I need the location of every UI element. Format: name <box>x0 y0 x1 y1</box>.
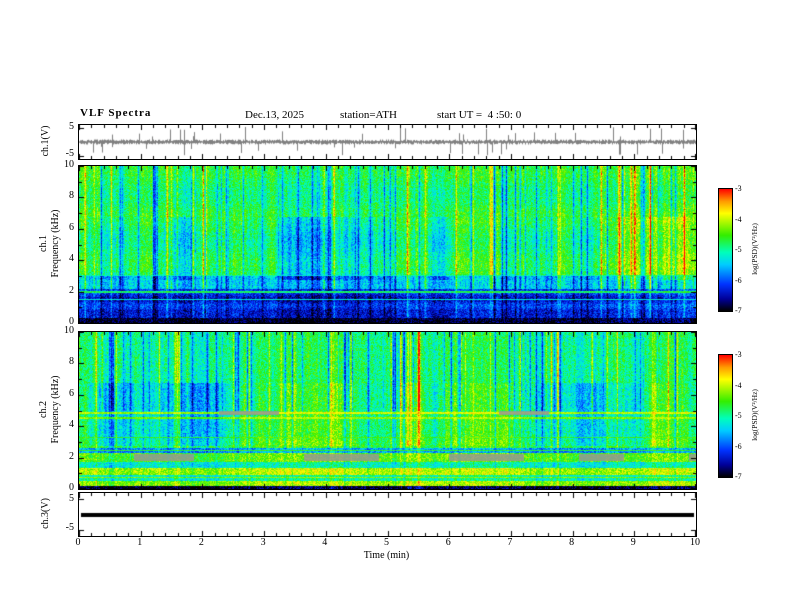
x-tick-label: 0 <box>75 537 81 548</box>
figure-title: VLF Spectra <box>80 107 152 119</box>
colorbar-tick-label: -6 <box>735 441 742 451</box>
x-tick-label: 8 <box>569 537 575 548</box>
ch2-spec-freq-label: Frequency (kHz) <box>50 375 61 444</box>
ch3-waveform-plot <box>78 492 697 537</box>
y-tick-label: 4 <box>69 419 74 431</box>
colorbar-tick-label: -6 <box>735 275 742 285</box>
y-tick-label: 6 <box>69 221 74 233</box>
ch1-colorbar <box>718 188 733 312</box>
x-tick-label: 4 <box>322 537 328 548</box>
figure-date: Dec.13, 2025 <box>245 109 304 121</box>
x-tick-label: 7 <box>507 537 513 548</box>
ch2-spec-channel-label: ch.2 <box>38 401 49 418</box>
ch1-spectrogram <box>78 165 697 324</box>
ch3-waveform-ylabel: ch.3(V) <box>40 498 51 529</box>
ch2-spectrogram <box>78 331 697 490</box>
ch3-waveform-ymax-label: 5 <box>69 493 74 504</box>
figure-start-ut: start UT = 4 :50: 0 <box>437 109 522 121</box>
colorbar-tick-label: -3 <box>735 184 742 193</box>
x-tick-label: 5 <box>384 537 389 548</box>
y-tick-label: 0 <box>69 482 74 493</box>
ch2-colorbar <box>718 354 733 478</box>
ch1-spec-freq-label: Frequency (kHz) <box>50 209 61 278</box>
y-tick-label: 4 <box>69 253 74 265</box>
ch3-waveform-ymin-label: -5 <box>65 522 74 533</box>
ch1-waveform-plot <box>78 124 697 160</box>
y-tick-label: 2 <box>69 450 74 462</box>
x-tick-label: 2 <box>198 537 204 548</box>
y-tick-label: 8 <box>69 190 74 202</box>
ch1-spec-channel-label: ch.1 <box>38 235 49 252</box>
figure-station: station=ATH <box>340 109 397 121</box>
x-tick-label: 10 <box>690 537 700 548</box>
vlf-spectra-figure: VLF Spectra Dec.13, 2025 station=ATH sta… <box>0 0 792 612</box>
colorbar-tick-label: -4 <box>735 214 742 224</box>
x-axis-label: Time (min) <box>363 550 410 561</box>
colorbar-tick-label: -7 <box>735 306 742 315</box>
x-tick-label: 6 <box>445 537 451 548</box>
ch1-waveform-ylabel: ch.1(V) <box>40 125 51 157</box>
x-tick-label: 1 <box>137 537 143 548</box>
x-tick-label: 9 <box>630 537 636 548</box>
y-tick-label: 6 <box>69 387 74 399</box>
y-tick-label: 8 <box>69 356 74 368</box>
colorbar-tick-label: -3 <box>735 350 742 359</box>
y-tick-label: 2 <box>69 284 74 296</box>
ch2-colorbar-label: log(PSD)(V²/Hz) <box>750 389 759 441</box>
colorbar-tick-label: -5 <box>735 245 742 254</box>
y-tick-label: 10 <box>64 159 74 170</box>
colorbar-tick-label: -7 <box>735 472 742 481</box>
y-tick-label: 10 <box>64 325 74 336</box>
ch1-colorbar-label: log(PSD)(V²/Hz) <box>750 223 759 275</box>
colorbar-tick-label: -5 <box>735 411 742 420</box>
x-tick-label: 3 <box>260 537 266 548</box>
ch1-waveform-ymax-label: 5 <box>69 121 74 132</box>
colorbar-tick-label: -4 <box>735 380 742 390</box>
